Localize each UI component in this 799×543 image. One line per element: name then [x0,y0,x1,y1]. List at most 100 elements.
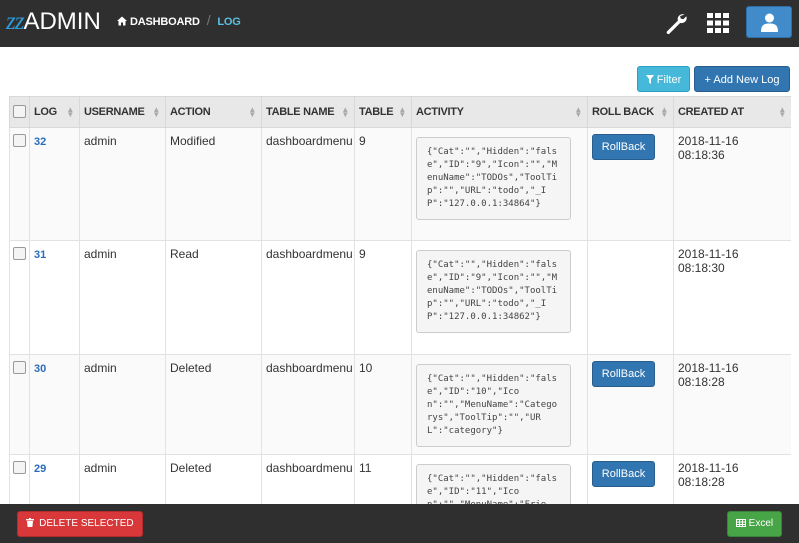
select-all-checkbox[interactable] [13,105,26,118]
column-header-table-name[interactable]: TABLE NAME ▲ ▼ [261,96,355,128]
top-navbar: zzADMIN DASHBOARD / LOG [0,0,799,47]
log-id-link[interactable]: 29 [34,463,46,475]
rollback-button[interactable]: RollBack [592,361,655,387]
created-at-cell: 2018-11-16 08:18:28 [673,354,791,455]
grid-icon[interactable] [707,12,729,34]
add-new-log-label: + Add New Log [704,74,780,86]
breadcrumb: DASHBOARD / LOG [117,13,241,29]
bottom-action-bar: DELETE SELECTED Excel [0,504,799,543]
sort-icon: ▲ ▼ [398,105,406,119]
filter-button[interactable]: Filter [637,66,690,92]
username-cell: admin [79,454,166,504]
sort-icon: ▲ ▼ [574,105,582,119]
created-at-cell: 2018-11-16 08:18:30 [673,240,791,355]
log-id-cell: 32 [29,127,80,241]
row-select-cell [9,127,30,241]
table-id-cell: 9 [354,127,412,241]
breadcrumb-dashboard-link[interactable]: DASHBOARD [130,16,200,28]
row-select-cell [9,454,30,504]
log-table-container[interactable]: LOG ▲ ▼ USERNAME ▲ ▼ ACTION ▲ ▼ TABLE NAME ▲ ▼ T… [9,96,791,504]
filter-icon [645,75,654,84]
log-id-cell: 29 [29,454,80,504]
table-row: 30 admin Deleted dashboardmenu 10 {"Cat"… [9,354,791,455]
table-name-cell: dashboardmenu [261,454,355,504]
column-header-username[interactable]: USERNAME ▲ ▼ [79,96,166,128]
row-checkbox[interactable] [13,247,26,260]
action-cell: Deleted [165,354,262,455]
column-header-action[interactable]: ACTION ▲ ▼ [165,96,262,128]
rollback-button[interactable]: RollBack [592,134,655,160]
created-at-cell: 2018-11-16 08:18:28 [673,454,791,504]
user-icon [761,13,778,32]
log-id-cell: 31 [29,240,80,355]
sort-icon: ▲ ▼ [778,105,786,119]
activity-cell: {"Cat":"","Hidden":"false","ID":"9","Ico… [411,127,588,241]
table-row: 29 admin Deleted dashboardmenu 11 {"Cat"… [9,454,791,504]
column-header-created-at[interactable]: CREATED AT ▲ ▼ [673,96,791,128]
activity-json: {"Cat":"","Hidden":"false","ID":"10","Ic… [416,364,571,447]
rollback-cell: RollBack [587,454,674,504]
table-header-row: LOG ▲ ▼ USERNAME ▲ ▼ ACTION ▲ ▼ TABLE NAME ▲ ▼ T… [9,96,791,128]
log-table: LOG ▲ ▼ USERNAME ▲ ▼ ACTION ▲ ▼ TABLE NAME ▲ ▼ T… [9,96,791,504]
brand-name: ADMIN [23,8,101,35]
username-cell: admin [79,240,166,355]
breadcrumb-separator: / [206,12,211,28]
activity-cell: {"Cat":"","Hidden":"false","ID":"11","Ic… [411,454,588,504]
column-header-activity[interactable]: ACTIVITY ▲ ▼ [411,96,588,128]
sort-icon: ▲ ▼ [152,105,160,119]
filter-button-label: Filter [656,74,682,86]
row-select-cell [9,354,30,455]
log-id-link[interactable]: 31 [34,249,46,261]
table-id-cell: 9 [354,240,412,355]
username-cell: admin [79,354,166,455]
user-menu-button[interactable] [746,6,792,38]
table-id-cell: 11 [354,454,412,504]
row-checkbox[interactable] [13,134,26,147]
select-all-header [9,96,30,128]
activity-json: {"Cat":"","Hidden":"false","ID":"9","Ico… [416,250,571,333]
rollback-cell: RollBack [587,127,674,241]
username-cell: admin [79,127,166,241]
action-cell: Read [165,240,262,355]
row-checkbox[interactable] [13,361,26,374]
table-id-cell: 10 [354,354,412,455]
table-name-cell: dashboardmenu [261,354,355,455]
table-name-cell: dashboardmenu [261,127,355,241]
sort-icon: ▲ ▼ [660,105,668,119]
brand-logo[interactable]: zzADMIN [6,7,101,37]
activity-cell: {"Cat":"","Hidden":"false","ID":"9","Ico… [411,240,588,355]
activity-json: {"Cat":"","Hidden":"false","ID":"11","Ic… [416,464,571,504]
column-header-log[interactable]: LOG ▲ ▼ [29,96,80,128]
excel-export-button[interactable]: Excel [727,511,782,537]
excel-label: Excel [748,518,774,529]
delete-selected-button[interactable]: DELETE SELECTED [17,511,143,537]
table-row: 31 admin Read dashboardmenu 9 {"Cat":"",… [9,240,791,355]
rollback-cell: RollBack [587,354,674,455]
brand-prefix: zz [6,8,24,35]
column-header-table[interactable]: TABLE ▲ ▼ [354,96,412,128]
log-id-cell: 30 [29,354,80,455]
breadcrumb-current: LOG [217,16,241,28]
log-id-link[interactable]: 32 [34,136,46,148]
home-icon [117,16,127,26]
rollback-cell [587,240,674,355]
add-new-log-button[interactable]: + Add New Log [694,66,790,92]
activity-json: {"Cat":"","Hidden":"false","ID":"9","Ico… [416,137,571,220]
sort-icon: ▲ ▼ [66,105,74,119]
sort-icon: ▲ ▼ [341,105,349,119]
created-at-cell: 2018-11-16 08:18:36 [673,127,791,241]
row-select-cell [9,240,30,355]
table-icon [735,519,746,527]
activity-cell: {"Cat":"","Hidden":"false","ID":"10","Ic… [411,354,588,455]
table-name-cell: dashboardmenu [261,240,355,355]
delete-selected-label: DELETE SELECTED [39,518,134,529]
sort-icon: ▲ ▼ [248,105,256,119]
rollback-button[interactable]: RollBack [592,461,655,487]
action-cell: Deleted [165,454,262,504]
column-header-roll-back[interactable]: ROLL BACK ▲ ▼ [587,96,674,128]
trash-icon [26,518,35,527]
row-checkbox[interactable] [13,461,26,474]
wrench-icon[interactable] [664,11,688,35]
log-id-link[interactable]: 30 [34,363,46,375]
action-cell: Modified [165,127,262,241]
